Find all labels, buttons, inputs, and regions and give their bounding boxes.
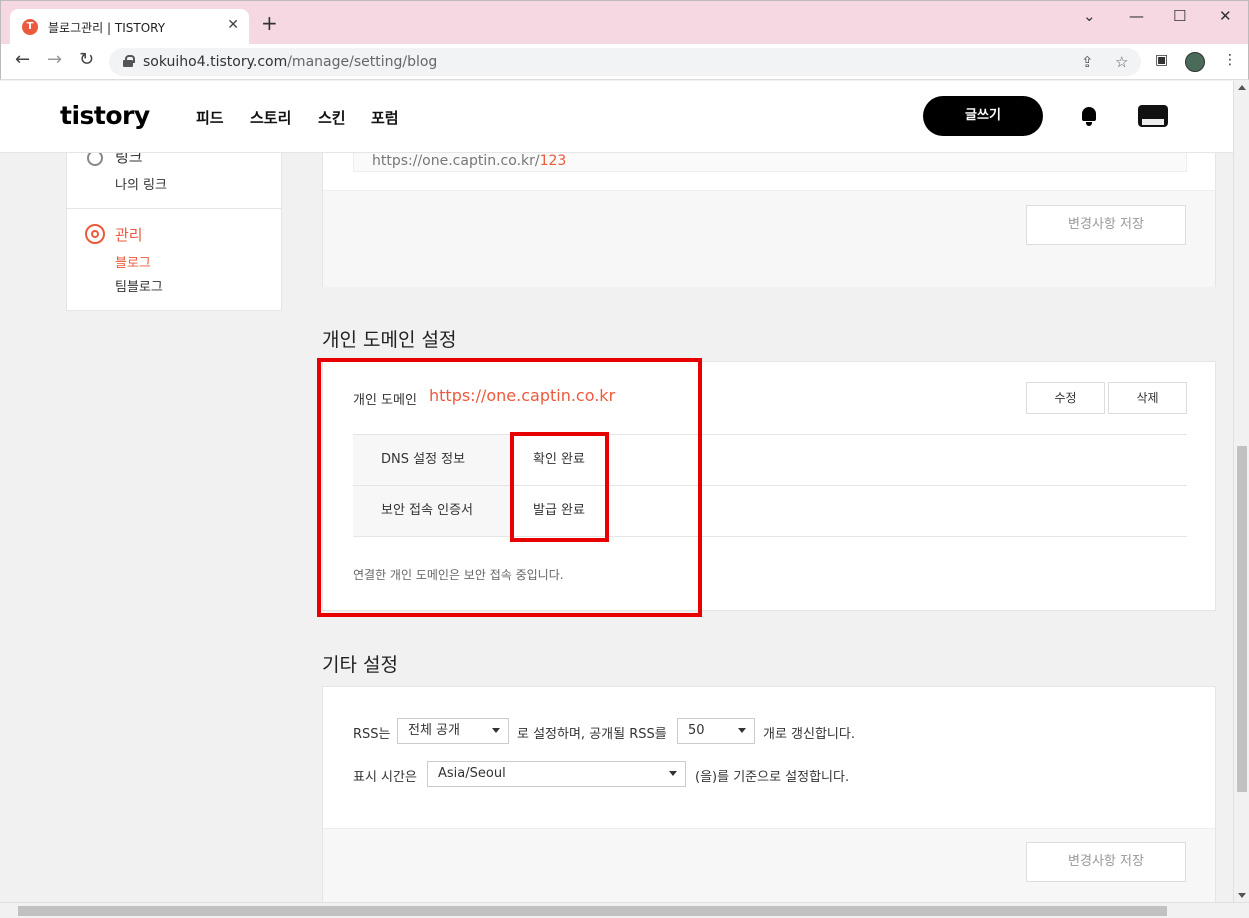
user-avatar[interactable] [1134, 97, 1172, 135]
browser-tab[interactable]: T 블로그관리 | TISTORY ✕ [10, 9, 249, 45]
rss-visibility-select[interactable]: 전체 공개 [397, 718, 509, 744]
highlight-box-status [510, 432, 609, 542]
sidebar-item-team-blog[interactable]: 팀블로그 [115, 276, 163, 295]
new-tab-icon[interactable]: + [261, 13, 278, 33]
chevron-down-icon [669, 771, 677, 776]
url-card-footer: 변경사항 저장 [323, 190, 1215, 287]
rss-suffix-label: 개로 갱신합니다. [763, 727, 855, 742]
sidebar-item-my-link[interactable]: 나의 링크 [115, 174, 167, 193]
scroll-down-icon[interactable] [1238, 893, 1246, 898]
sidebar-item-manage[interactable]: 관리 [115, 224, 143, 245]
save-changes-button[interactable]: 변경사항 저장 [1026, 842, 1186, 882]
site-header: tistory 피드 스토리 스킨 포럼 글쓰기 [0, 81, 1233, 153]
link-icon [87, 153, 103, 166]
back-icon[interactable]: ← [15, 50, 30, 70]
nav-feed[interactable]: 피드 [196, 107, 224, 128]
browser-toolbar: ← → ↻ sokuiho4.tistory.com/manage/settin… [0, 44, 1249, 80]
other-card-footer: 변경사항 저장 [323, 828, 1215, 902]
time-prefix-label: 표시 시간은 [353, 770, 417, 785]
timezone-select[interactable]: Asia/Seoul [427, 761, 686, 787]
tab-search-icon[interactable]: ⌄ [1083, 7, 1096, 25]
chevron-down-icon [492, 728, 500, 733]
tab-title: 블로그관리 | TISTORY [48, 21, 166, 35]
menu-kebab-icon[interactable]: ⋮ [1223, 52, 1237, 68]
forward-icon[interactable]: → [47, 50, 62, 70]
reload-icon[interactable]: ↻ [79, 50, 94, 70]
gear-icon [85, 224, 105, 244]
side-panel-icon[interactable]: ▣ [1155, 52, 1168, 68]
horizontal-scroll-thumb[interactable] [18, 906, 1167, 916]
chevron-down-icon [738, 728, 746, 733]
close-window-icon[interactable]: ✕ [1219, 7, 1232, 25]
tab-close-icon[interactable]: ✕ [227, 17, 239, 33]
browser-titlebar: T 블로그관리 | TISTORY ✕ + ⌄ — ☐ ✕ [0, 0, 1249, 45]
maximize-icon[interactable]: ☐ [1173, 7, 1186, 25]
delete-button[interactable]: 삭제 [1108, 382, 1187, 414]
sidebar: 링크 나의 링크 관리 블로그 팀블로그 [66, 153, 282, 311]
address-bar[interactable]: sokuiho4.tistory.com/manage/setting/blog… [109, 48, 1141, 76]
save-changes-button[interactable]: 변경사항 저장 [1026, 205, 1186, 245]
url-settings-card: https://one.captin.co.kr/123 변경사항 저장 [322, 153, 1216, 287]
vertical-scrollbar[interactable] [1233, 81, 1249, 902]
nav-story[interactable]: 스토리 [250, 107, 291, 128]
bookmark-star-icon[interactable]: ☆ [1115, 53, 1128, 71]
sidebar-item-blog[interactable]: 블로그 [115, 252, 151, 271]
share-icon[interactable]: ⇪ [1081, 53, 1094, 71]
time-suffix-label: (을)를 기준으로 설정합니다. [695, 770, 850, 785]
other-settings-card: RSS는 전체 공개 로 설정하며, 공개될 RSS를 50 개로 갱신합니다.… [322, 686, 1216, 902]
bell-icon[interactable] [1080, 107, 1098, 127]
sidebar-divider [67, 208, 281, 209]
minimize-icon[interactable]: — [1129, 7, 1144, 25]
nav-skin[interactable]: 스킨 [318, 107, 346, 128]
other-section-title: 기타 설정 [322, 654, 398, 676]
url-preview-box: https://one.captin.co.kr/123 [353, 153, 1187, 172]
domain-section-title: 개인 도메인 설정 [322, 329, 457, 351]
url-text: sokuiho4.tistory.com/manage/setting/blog [143, 54, 438, 70]
vertical-scroll-thumb[interactable] [1237, 446, 1247, 792]
rss-middle-label: 로 설정하며, 공개될 RSS를 [517, 727, 667, 742]
tistory-favicon-icon: T [22, 19, 38, 35]
page-content: 링크 나의 링크 관리 블로그 팀블로그 https://one.captin.… [0, 153, 1233, 902]
write-button[interactable]: 글쓰기 [923, 96, 1043, 136]
horizontal-scrollbar[interactable] [0, 902, 1249, 918]
rss-prefix-label: RSS는 [353, 727, 391, 742]
url-preview-text: https://one.captin.co.kr/123 [372, 153, 567, 169]
tistory-logo[interactable]: tistory [60, 101, 150, 130]
edit-button[interactable]: 수정 [1026, 382, 1105, 414]
lock-icon [123, 55, 135, 67]
rss-count-select[interactable]: 50 [677, 718, 755, 744]
profile-avatar[interactable] [1185, 52, 1205, 72]
nav-forum[interactable]: 포럼 [371, 107, 399, 128]
sidebar-item-link[interactable]: 링크 [115, 153, 143, 167]
scroll-up-icon[interactable] [1238, 85, 1246, 90]
